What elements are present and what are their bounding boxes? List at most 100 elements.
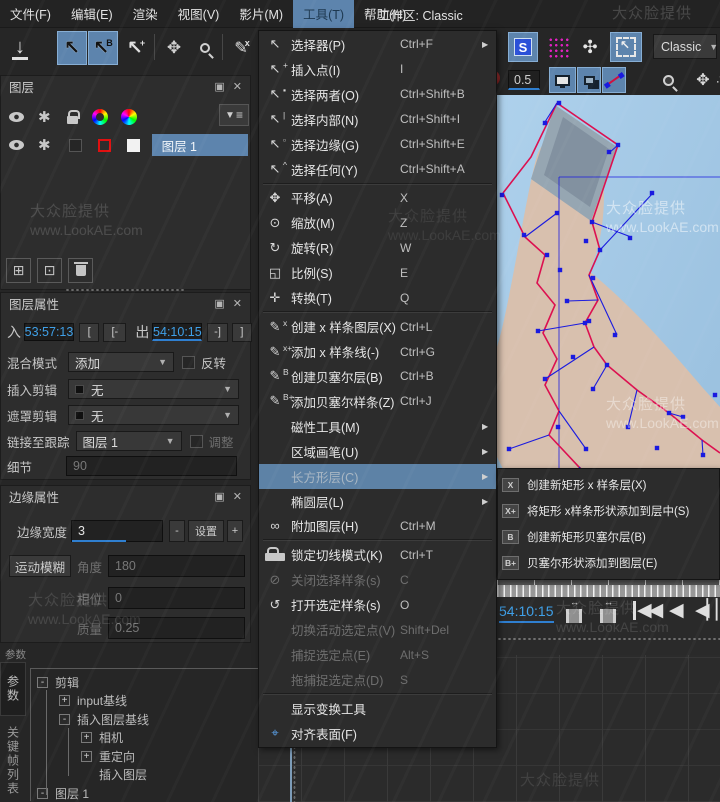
hand-pointer-button[interactable]: ✥ <box>690 67 716 93</box>
set-out-button[interactable]: ] <box>232 323 252 342</box>
invert-checkbox[interactable] <box>182 356 195 369</box>
close-panel-icon[interactable]: ✕ <box>233 490 242 503</box>
close-panel-icon[interactable]: ✕ <box>233 80 242 93</box>
angle-input[interactable]: 180 <box>108 555 245 577</box>
layer-outline-swatch[interactable] <box>98 139 111 152</box>
menu-item[interactable]: ∞ 附加图层(H) Ctrl+M ▶ <box>259 514 496 539</box>
show-layers-button[interactable] <box>577 67 601 93</box>
view-layout-dropdown[interactable]: Classic▼ <box>653 34 717 59</box>
adjust-checkbox[interactable] <box>190 435 203 448</box>
current-time-value[interactable]: 54:10:15 <box>499 603 554 623</box>
select-b-tool-button[interactable]: ↖B <box>88 31 118 65</box>
set-width-button[interactable]: 设置 <box>188 520 224 542</box>
detail-input[interactable]: 90 <box>66 456 237 476</box>
menu-item[interactable]: ✥ 平移(A) X ▶ <box>259 186 496 211</box>
show-splines-button[interactable] <box>602 67 626 93</box>
new-group-button[interactable]: ⊞ <box>6 258 31 283</box>
menubar-item[interactable]: 工具(T) <box>293 0 354 28</box>
trim-out-button[interactable]: -] <box>207 323 227 342</box>
play-button-partial[interactable]: ▏ <box>716 601 720 620</box>
set-in-button[interactable]: [ <box>79 323 99 342</box>
menu-item[interactable]: ⌖ 对齐表面(F) ▶ <box>259 721 496 746</box>
close-panel-icon[interactable]: ✕ <box>233 297 242 310</box>
increase-width-button[interactable]: + <box>227 520 243 542</box>
menu-item[interactable]: ↖ ^ 选择任何(Y) Ctrl+Shift+A ▶ <box>259 157 496 182</box>
tree-row[interactable]: - 剪辑 <box>31 673 258 692</box>
fill-wheel-icon[interactable] <box>121 109 137 125</box>
submenu-item[interactable]: X 创建新矩形 x 样条层(X) <box>498 472 719 498</box>
play-reverse-button[interactable]: ◀ <box>669 601 681 620</box>
menu-item[interactable]: ✎ x 创建 x 样条图层(X) Ctrl+L ▶ <box>259 314 496 339</box>
menu-item[interactable]: 拖捕捉选定点(D) S ▶ <box>259 667 496 692</box>
tab-params[interactable]: 参数 <box>0 662 26 716</box>
menu-item[interactable]: ✎ x+ 添加 x 样条线(-) Ctrl+G ▶ <box>259 339 496 364</box>
add-point-tool-button[interactable]: ↖+ <box>122 31 150 65</box>
grid-toggle-button[interactable] <box>545 34 572 61</box>
submenu-item[interactable]: X+ 将矩形 x样条形状添加到层中(S) <box>498 498 719 524</box>
export-button[interactable]: ↓ <box>5 34 35 64</box>
region-select-button[interactable]: ↖ <box>610 32 642 62</box>
menubar-item[interactable]: 文件(F) <box>0 0 61 28</box>
submenu-item[interactable]: B+ 贝塞尔形状添加到图层(E) <box>498 550 719 576</box>
expand-view-button[interactable]: ✣ <box>577 33 603 61</box>
menubar-item[interactable]: 视图(V) <box>168 0 230 28</box>
select-tool-button[interactable]: ↖ <box>57 31 87 65</box>
edge-width-input[interactable]: 3 <box>71 520 163 542</box>
menu-item[interactable]: ◱ 比例(S) E ▶ <box>259 260 496 285</box>
layer-row[interactable]: ✱ 图层 1 <box>1 132 250 158</box>
menu-item[interactable]: 锁定切线模式(K) Ctrl+T ▶ <box>259 542 496 567</box>
tree-toggle[interactable]: - <box>37 677 48 688</box>
keyframe-track[interactable] <box>497 637 720 641</box>
show-output-button[interactable] <box>549 67 576 93</box>
color-wheel-icon[interactable] <box>92 109 108 125</box>
timeline-ruler[interactable] <box>497 585 720 597</box>
tree-row[interactable]: - 插入图层基线 <box>31 710 258 729</box>
menu-item[interactable]: ↖ ▫ 选择边缘(G) Ctrl+Shift+E ▶ <box>259 132 496 157</box>
new-layer-button[interactable]: ⊡ <box>37 258 62 283</box>
motion-blur-button[interactable]: 运动模糊 <box>9 555 71 577</box>
trim-out-button[interactable] <box>595 605 621 627</box>
quality-input[interactable]: 0.25 <box>108 617 245 639</box>
menubar-item[interactable]: 影片(M) <box>229 0 293 28</box>
menu-item[interactable]: ✎ B+ 添加贝塞尔样条(Z) Ctrl+J ▶ <box>259 389 496 414</box>
out-time-field[interactable]: 54:10:15 <box>152 323 202 341</box>
stabilize-button[interactable]: S <box>508 32 538 62</box>
float-panel-icon[interactable]: ▣ <box>214 80 224 93</box>
layer-name[interactable]: 图层 1 <box>152 134 248 156</box>
pen-x-tool-button[interactable]: ✎x <box>227 31 257 65</box>
menu-item[interactable]: 捕捉选定点(E) Alt+S ▶ <box>259 642 496 667</box>
menu-item[interactable]: ↖ + 插入点(I) I ▶ <box>259 57 496 82</box>
tree-toggle[interactable]: + <box>81 751 92 762</box>
menu-item[interactable]: ⊙ 缩放(M) Z ▶ <box>259 210 496 235</box>
menu-item[interactable]: ↖ 选择器(P) Ctrl+F ▶ <box>259 32 496 57</box>
delete-layer-button[interactable] <box>68 258 93 283</box>
layer-gear-icon[interactable]: ✱ <box>38 138 51 153</box>
lock-column-icon[interactable] <box>67 116 78 124</box>
menu-item[interactable]: 显示变换工具 ▶ <box>259 696 496 721</box>
tab-keyframe-list[interactable]: 关键帧列表 <box>0 722 26 800</box>
menu-item[interactable]: ↖ ▪ 选择两者(O) Ctrl+Shift+B ▶ <box>259 82 496 107</box>
link-track-dropdown[interactable]: 图层 1▼ <box>76 431 182 451</box>
menu-item[interactable]: ✛ 转换(T) Q ▶ <box>259 285 496 310</box>
go-to-start-button[interactable]: ◀◀ <box>633 601 660 620</box>
trim-in-button[interactable]: [- <box>103 323 126 342</box>
menu-item[interactable]: 区域画笔(U) ▶ <box>259 439 496 464</box>
tree-row[interactable]: + 重定向 <box>31 747 258 766</box>
menu-item[interactable]: ↺ 打开选定样条(s) O ▶ <box>259 592 496 617</box>
float-panel-icon[interactable]: ▣ <box>214 490 224 503</box>
layer-fill-swatch[interactable] <box>127 139 140 152</box>
insert-clip-dropdown[interactable]: 无▼ <box>68 379 239 399</box>
tree-row[interactable]: 插入图层 <box>31 766 258 785</box>
points-tool-button[interactable]: ∴ <box>714 67 720 93</box>
menu-item[interactable]: ✎ B 创建贝塞尔层(B) Ctrl+B ▶ <box>259 364 496 389</box>
mask-clip-dropdown[interactable]: 无▼ <box>68 405 239 425</box>
layer-lock-checkbox[interactable] <box>69 139 82 152</box>
submenu-item[interactable]: B 创建新矩形贝塞尔层(B) <box>498 524 719 550</box>
tree-toggle[interactable]: - <box>59 714 70 725</box>
opacity-value-field[interactable]: 0.5 <box>508 70 540 90</box>
menu-item[interactable]: ↻ 旋转(R) W ▶ <box>259 235 496 260</box>
menu-item[interactable]: 椭圆层(L) ▶ <box>259 489 496 514</box>
blend-mode-dropdown[interactable]: 添加▼ <box>68 352 174 372</box>
in-time-field[interactable]: 53:57:13 <box>24 323 74 341</box>
trim-in-button[interactable] <box>561 605 587 627</box>
